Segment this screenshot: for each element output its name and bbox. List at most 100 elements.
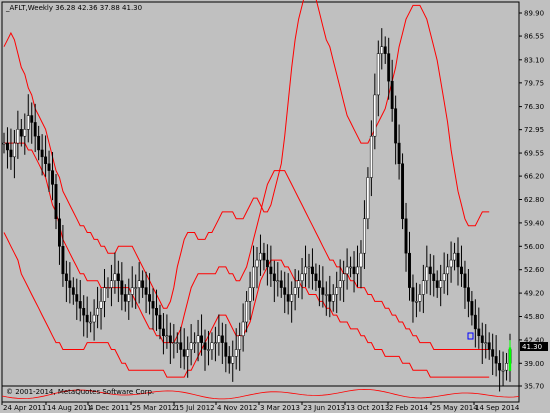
candle-body — [155, 307, 158, 316]
candle-body — [172, 342, 176, 344]
y-tick-label: 83.10 — [524, 56, 544, 64]
candle-body — [134, 287, 138, 289]
candle-body — [116, 273, 120, 281]
candle-body — [113, 273, 117, 281]
y-tick-label: 72.95 — [524, 126, 544, 134]
candlestick-chart: 89.90 86.55 83.10 79.75 76.30 72.95 69.55 66.20… — [0, 0, 550, 413]
candle-body — [127, 294, 131, 302]
x-tick-label: 2 Feb 2014 — [389, 404, 429, 412]
candle-body — [435, 280, 439, 288]
candle-body — [338, 280, 342, 288]
candle-body — [245, 301, 249, 323]
candle-body — [220, 335, 224, 343]
candle-body — [314, 273, 318, 281]
x-tick-label: 4 Dec 2011 — [89, 404, 129, 412]
candle-body — [12, 142, 16, 158]
candle-body — [401, 163, 405, 220]
candle-body — [331, 294, 335, 302]
candle-body — [217, 335, 221, 343]
candle-body — [33, 122, 37, 137]
candle-body — [168, 335, 172, 343]
candle-body — [439, 280, 443, 288]
candle-body — [491, 349, 495, 357]
candle-body — [342, 273, 346, 281]
candle-body — [369, 135, 373, 178]
candle-body — [58, 218, 61, 247]
candle-body — [71, 287, 75, 295]
candle-body — [470, 301, 474, 316]
candle-body — [408, 252, 411, 288]
candle-body — [449, 259, 453, 268]
candle-body — [2, 142, 6, 145]
candle-body — [130, 287, 134, 295]
candle-body — [144, 287, 148, 295]
y-tick-label: 59.40 — [524, 219, 544, 227]
candle-body — [383, 46, 387, 54]
candle-body — [44, 156, 48, 164]
candle-body — [234, 349, 238, 357]
candle-body — [189, 342, 193, 350]
candle-body — [89, 321, 93, 324]
candle-body — [224, 342, 228, 357]
x-tick-label: 15 Jul 2012 — [175, 404, 215, 412]
candle-body — [311, 266, 314, 275]
candle-body — [19, 129, 23, 137]
candle-body — [484, 342, 488, 344]
candle-body — [182, 349, 186, 357]
candle-body — [428, 266, 432, 275]
candle-body — [376, 53, 380, 96]
candle-body — [186, 349, 190, 357]
y-tick-label: 69.55 — [524, 150, 544, 158]
candle-body — [432, 273, 436, 281]
candle-body — [262, 252, 266, 261]
candle-body — [9, 149, 13, 158]
candle-body — [328, 294, 332, 302]
candle-body — [207, 349, 210, 351]
y-tick-label: 52.60 — [524, 266, 544, 274]
x-tick-label: 4 Nov 2012 — [217, 404, 257, 412]
candle-body — [37, 135, 41, 151]
candle-body — [286, 294, 290, 302]
candle-body — [269, 266, 273, 275]
candle-body — [265, 259, 269, 268]
copyright-text: © 2001-2014, MetaQuotes Software Corp. — [6, 388, 154, 396]
candle-body — [425, 266, 429, 281]
candle-body — [494, 356, 498, 364]
candle-body — [92, 314, 96, 323]
candle-body — [272, 273, 276, 281]
candle-body — [96, 307, 100, 316]
candle-body — [6, 142, 9, 151]
candle-body — [373, 94, 377, 137]
candle-body — [290, 294, 294, 302]
candle-body — [99, 301, 103, 309]
candle-body — [68, 280, 72, 288]
candle-body — [460, 266, 463, 275]
candle-body — [390, 80, 394, 109]
candle-body — [456, 252, 460, 268]
candle-body — [453, 252, 456, 261]
candle-body — [227, 356, 231, 364]
candle-body — [148, 294, 152, 302]
candle-body — [307, 266, 311, 269]
candle-body — [480, 335, 484, 343]
chart-background — [0, 0, 550, 413]
candle-body — [463, 273, 467, 288]
x-tick-label: 14 Sep 2014 — [475, 404, 520, 412]
candle-body — [321, 287, 325, 295]
candle-body — [40, 149, 44, 158]
candle-body — [466, 287, 470, 302]
candle-body — [47, 163, 51, 171]
candle-body — [213, 342, 217, 344]
candle-body — [248, 287, 252, 302]
candle-body — [446, 266, 450, 275]
candle-body — [505, 363, 508, 371]
candle-body — [179, 342, 183, 350]
candle-body — [161, 328, 165, 337]
candle-body — [231, 356, 235, 364]
x-tick-label: 24 Apr 2011 — [3, 404, 46, 412]
candle-body — [356, 266, 359, 275]
price-badge: 41.30 — [522, 343, 542, 351]
candle-body — [106, 287, 110, 289]
candle-body — [175, 342, 179, 344]
candle-body — [193, 342, 197, 344]
